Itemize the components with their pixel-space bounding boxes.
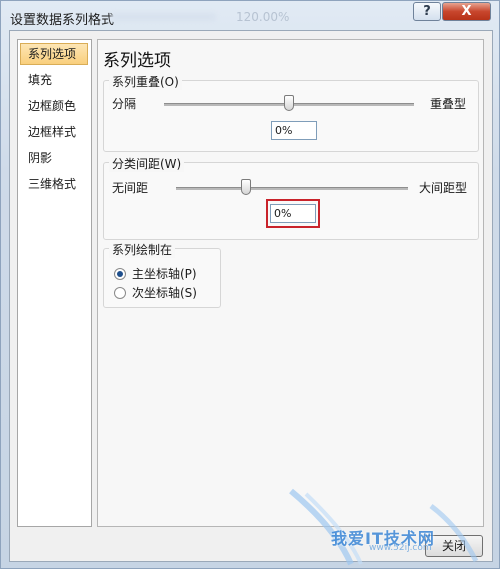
nav-item-series-options[interactable]: 系列选项 <box>20 43 88 65</box>
series-overlap-label: 系列重叠(O) <box>109 73 182 90</box>
nav-item-3d-format[interactable]: 三维格式 <box>20 173 88 195</box>
secondary-axis-radio[interactable] <box>114 286 126 299</box>
nav-item-shadow[interactable]: 阴影 <box>20 147 88 169</box>
gap-width-label: 分类间距(W) <box>109 155 185 172</box>
title-background-blur <box>111 13 216 21</box>
close-icon: X <box>461 4 472 19</box>
dialog-window: 设置数据系列格式 120.00% ? X 系列选项 填充 边框颜色 边框样式 阴… <box>0 0 500 569</box>
secondary-axis-option[interactable]: 次坐标轴(S) <box>114 284 197 301</box>
primary-axis-option[interactable]: 主坐标轴(P) <box>114 265 197 282</box>
plot-series-on-group: 系列绘制在 主坐标轴(P) 次坐标轴(S) <box>103 241 221 308</box>
nav-item-fill[interactable]: 填充 <box>20 69 88 91</box>
title-background-text: 120.00% <box>236 10 290 24</box>
overlap-slider-thumb[interactable] <box>284 95 294 111</box>
series-overlap-group: 系列重叠(O) 分隔 重叠型 0% <box>103 73 479 152</box>
title-bar[interactable]: 设置数据系列格式 120.00% ? X <box>1 1 500 31</box>
window-title: 设置数据系列格式 <box>10 13 115 28</box>
dialog-client-area: 系列选项 填充 边框颜色 边框样式 阴影 三维格式 系列选项 系列重叠(O) 分… <box>9 30 493 562</box>
gap-min-label: 无间距 <box>112 181 149 195</box>
gap-slider-track[interactable] <box>176 187 408 190</box>
gap-value-input[interactable]: 0% <box>270 204 316 223</box>
window-close-button[interactable]: X <box>442 2 491 21</box>
gap-max-label: 大间距型 <box>419 181 468 195</box>
nav-item-border-color[interactable]: 边框颜色 <box>20 95 88 117</box>
overlap-value-input[interactable]: 0% <box>271 121 317 140</box>
question-icon: ? <box>423 4 431 19</box>
overlap-min-label: 分隔 <box>112 97 137 111</box>
primary-axis-radio[interactable] <box>114 267 126 280</box>
watermark-url: www.52ij.com <box>369 543 432 553</box>
plot-series-on-label: 系列绘制在 <box>109 241 176 258</box>
category-nav: 系列选项 填充 边框颜色 边框样式 阴影 三维格式 <box>17 39 92 527</box>
gap-width-group: 分类间距(W) 无间距 大间距型 0% <box>103 155 479 240</box>
panel-title: 系列选项 <box>103 51 171 71</box>
help-button[interactable]: ? <box>413 2 441 21</box>
overlap-max-label: 重叠型 <box>430 97 467 111</box>
gap-slider-thumb[interactable] <box>240 179 251 195</box>
secondary-axis-label: 次坐标轴(S) <box>132 286 197 300</box>
nav-item-border-style[interactable]: 边框样式 <box>20 121 88 143</box>
options-panel: 系列选项 系列重叠(O) 分隔 重叠型 0% 分类间距(W) 无间距 大间距型 … <box>97 39 484 527</box>
primary-axis-label: 主坐标轴(P) <box>132 267 197 281</box>
